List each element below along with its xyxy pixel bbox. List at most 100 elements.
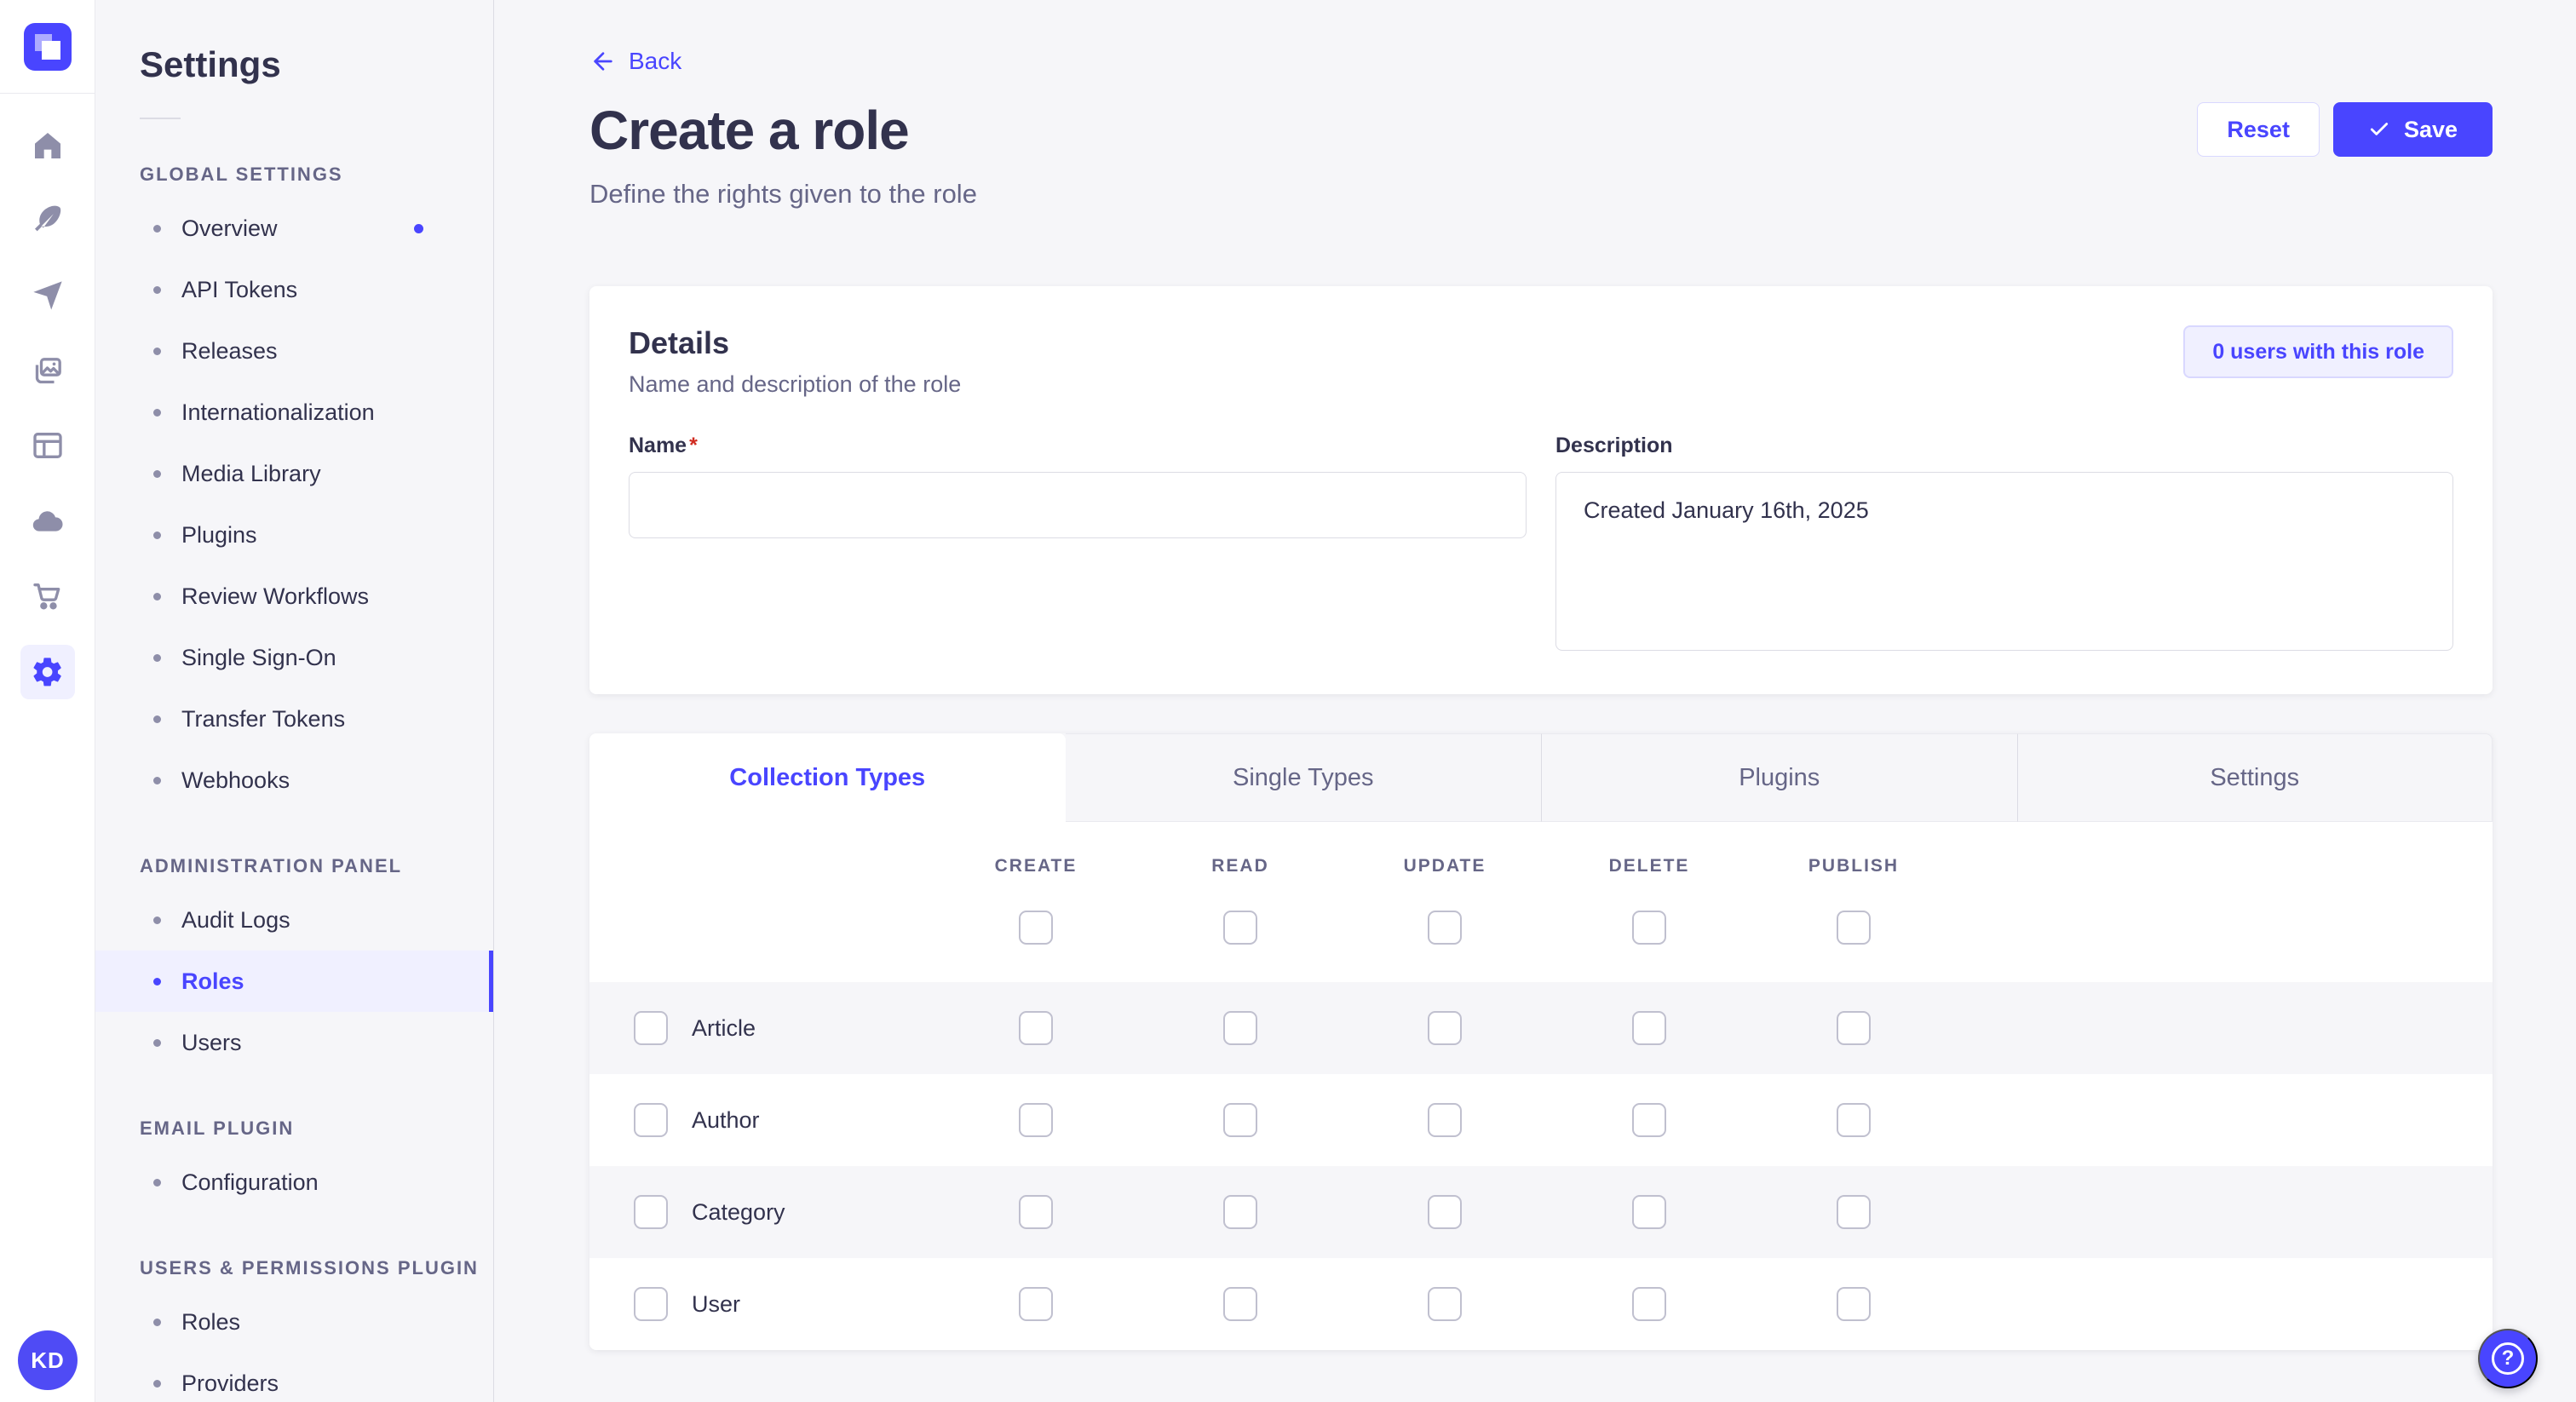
sidebar-item-plugins[interactable]: Plugins <box>95 504 493 566</box>
sidebar-section-label: USERS & PERMISSIONS PLUGIN <box>140 1257 493 1279</box>
description-label: Description <box>1555 434 2453 458</box>
users-with-role-button[interactable]: 0 users with this role <box>2183 325 2453 378</box>
bullet-icon <box>153 531 161 539</box>
row-label: User <box>692 1291 740 1318</box>
select-all-create-checkbox[interactable] <box>1019 911 1053 945</box>
select-all-delete-checkbox[interactable] <box>1632 911 1666 945</box>
rail-item-gear[interactable] <box>20 645 75 699</box>
tab-single-types[interactable]: Single Types <box>1066 733 1542 822</box>
user-read-checkbox[interactable] <box>1223 1287 1257 1321</box>
author-read-checkbox[interactable] <box>1223 1103 1257 1137</box>
article-update-checkbox[interactable] <box>1428 1011 1462 1045</box>
row-label: Article <box>692 1015 756 1042</box>
article-publish-checkbox[interactable] <box>1837 1011 1871 1045</box>
sidebar-item-releases[interactable]: Releases <box>95 320 493 382</box>
select-all-read-checkbox[interactable] <box>1223 911 1257 945</box>
row-label: Category <box>692 1199 785 1226</box>
strapi-logo-icon[interactable] <box>24 23 72 71</box>
author-update-checkbox[interactable] <box>1428 1103 1462 1137</box>
rail-item-images[interactable] <box>20 344 75 399</box>
sidebar-item-roles[interactable]: Roles <box>95 951 493 1012</box>
page-title: Create a role <box>589 99 977 162</box>
back-link[interactable]: Back <box>589 48 681 75</box>
permission-row-category: Category <box>589 1166 2493 1258</box>
page-subtitle: Define the rights given to the role <box>589 179 977 210</box>
name-field[interactable] <box>629 472 1527 538</box>
category-create-checkbox[interactable] <box>1019 1195 1053 1229</box>
row-label: Author <box>692 1107 760 1134</box>
sidebar-item-single-sign-on[interactable]: Single Sign-On <box>95 627 493 688</box>
permission-row-user: User <box>589 1258 2493 1350</box>
tab-plugins[interactable]: Plugins <box>1541 733 2017 822</box>
details-title: Details <box>629 325 961 361</box>
tab-collection-types[interactable]: Collection Types <box>589 733 1066 822</box>
main-nav-rail: KD <box>0 0 95 1402</box>
user-create-checkbox[interactable] <box>1019 1287 1053 1321</box>
user-publish-checkbox[interactable] <box>1837 1287 1871 1321</box>
article-create-checkbox[interactable] <box>1019 1011 1053 1045</box>
sidebar-item-audit-logs[interactable]: Audit Logs <box>95 889 493 951</box>
permissions-tabs: Collection TypesSingle TypesPluginsSetti… <box>589 733 2493 822</box>
bullet-icon <box>153 1319 161 1326</box>
name-label: Name* <box>629 434 1527 458</box>
images-icon <box>31 354 65 388</box>
sidebar-item-overview[interactable]: Overview <box>95 198 493 259</box>
category-delete-checkbox[interactable] <box>1632 1195 1666 1229</box>
back-label: Back <box>629 48 681 75</box>
rail-item-home[interactable] <box>20 118 75 173</box>
tab-settings[interactable]: Settings <box>2017 733 2493 822</box>
reset-button[interactable]: Reset <box>2197 102 2320 157</box>
help-button[interactable]: ? <box>2478 1329 2538 1388</box>
brand-logo-wrap <box>0 0 95 94</box>
select-category-row-checkbox[interactable] <box>634 1195 668 1229</box>
sidebar-item-transfer-tokens[interactable]: Transfer Tokens <box>95 688 493 750</box>
select-all-publish-checkbox[interactable] <box>1837 911 1871 945</box>
sidebar-item-review-workflows[interactable]: Review Workflows <box>95 566 493 627</box>
category-read-checkbox[interactable] <box>1223 1195 1257 1229</box>
description-field[interactable]: Created January 16th, 2025 <box>1555 472 2453 651</box>
cart-icon <box>31 579 65 613</box>
category-publish-checkbox[interactable] <box>1837 1195 1871 1229</box>
author-publish-checkbox[interactable] <box>1837 1103 1871 1137</box>
bullet-icon <box>153 593 161 600</box>
select-author-row-checkbox[interactable] <box>634 1103 668 1137</box>
sidebar-item-media-library[interactable]: Media Library <box>95 443 493 504</box>
sidebar-item-roles[interactable]: Roles <box>95 1291 493 1353</box>
rail-item-cart[interactable] <box>20 569 75 623</box>
permission-row-article: Article <box>589 982 2493 1074</box>
avatar[interactable]: KD <box>18 1330 78 1390</box>
author-delete-checkbox[interactable] <box>1632 1103 1666 1137</box>
save-button[interactable]: Save <box>2333 102 2493 157</box>
select-user-row-checkbox[interactable] <box>634 1287 668 1321</box>
sidebar-divider <box>140 118 181 119</box>
sidebar-title: Settings <box>140 44 493 85</box>
sidebar-item-providers[interactable]: Providers <box>95 1353 493 1402</box>
user-update-checkbox[interactable] <box>1428 1287 1462 1321</box>
rail-item-paper-plane[interactable] <box>20 268 75 323</box>
sidebar-item-internationalization[interactable]: Internationalization <box>95 382 493 443</box>
sidebar-item-configuration[interactable]: Configuration <box>95 1152 493 1213</box>
select-all-update-checkbox[interactable] <box>1428 911 1462 945</box>
article-delete-checkbox[interactable] <box>1632 1011 1666 1045</box>
sidebar-item-webhooks[interactable]: Webhooks <box>95 750 493 811</box>
bullet-icon <box>153 916 161 924</box>
feather-icon <box>31 203 65 237</box>
logo-shape-solid <box>42 41 60 60</box>
sidebar-section-label: EMAIL PLUGIN <box>140 1118 493 1140</box>
select-article-row-checkbox[interactable] <box>634 1011 668 1045</box>
layout-icon <box>31 428 65 463</box>
author-create-checkbox[interactable] <box>1019 1103 1053 1137</box>
sidebar-item-users[interactable]: Users <box>95 1012 493 1073</box>
bullet-icon <box>153 715 161 723</box>
paper-plane-icon <box>31 279 65 313</box>
category-update-checkbox[interactable] <box>1428 1195 1462 1229</box>
rail-item-layout[interactable] <box>20 418 75 473</box>
sidebar-item-api-tokens[interactable]: API Tokens <box>95 259 493 320</box>
permissions-table: CREATEREADUPDATEDELETEPUBLISH ArticleAut… <box>589 822 2493 1350</box>
bullet-icon <box>153 777 161 784</box>
article-read-checkbox[interactable] <box>1223 1011 1257 1045</box>
rail-item-feather[interactable] <box>20 192 75 247</box>
rail-item-cloud[interactable] <box>20 494 75 549</box>
sidebar-section-label: GLOBAL SETTINGS <box>140 164 493 186</box>
user-delete-checkbox[interactable] <box>1632 1287 1666 1321</box>
